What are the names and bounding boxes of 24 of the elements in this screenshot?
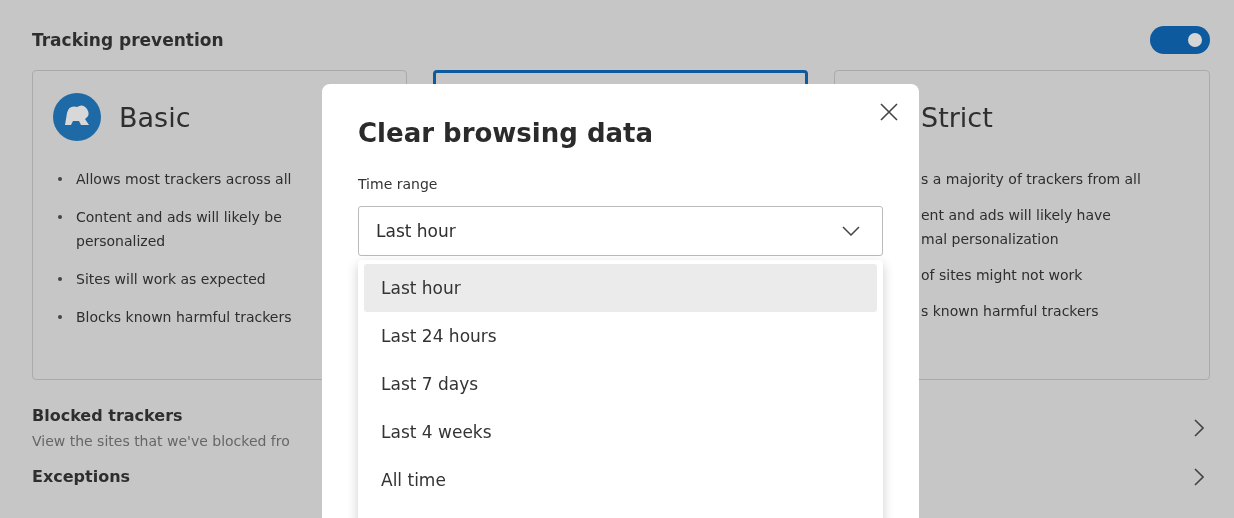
time-range-dropdown[interactable]: Last hour: [358, 206, 883, 256]
card-title: Strict: [921, 101, 993, 133]
bullet-text: Allows most trackers across all: [76, 170, 292, 189]
chevron-right-icon[interactable]: [1194, 418, 1204, 437]
bullet-text: Content and ads will likely be personalized: [76, 208, 283, 251]
section-title: Tracking prevention: [32, 30, 224, 50]
menu-option[interactable]: All time: [364, 456, 877, 504]
chevron-down-icon: [842, 226, 860, 236]
menu-option[interactable]: Last hour: [364, 264, 877, 312]
row-description: View the sites that we've blocked fro: [32, 433, 290, 449]
bullet-text: Blocks known harmful trackers: [76, 308, 292, 327]
bullet-text: s known harmful trackers: [921, 302, 1099, 321]
row-title: Blocked trackers: [32, 406, 184, 425]
bullet-text: ent and ads will likely have mal personalization: [921, 206, 1111, 249]
card-title: Basic: [119, 101, 191, 133]
chevron-right-icon[interactable]: [1194, 467, 1204, 486]
close-icon[interactable]: [879, 102, 899, 122]
row-title: Exceptions: [32, 467, 131, 486]
menu-option[interactable]: Last 4 weeks: [364, 408, 877, 456]
badge-icon: [53, 93, 101, 141]
bullet-text: Sites will work as expected: [76, 270, 266, 289]
bullet-text: of sites might not work: [921, 266, 1083, 285]
toggle-switch[interactable]: [1150, 26, 1210, 54]
bullet-text: s a majority of trackers from all: [921, 170, 1141, 189]
